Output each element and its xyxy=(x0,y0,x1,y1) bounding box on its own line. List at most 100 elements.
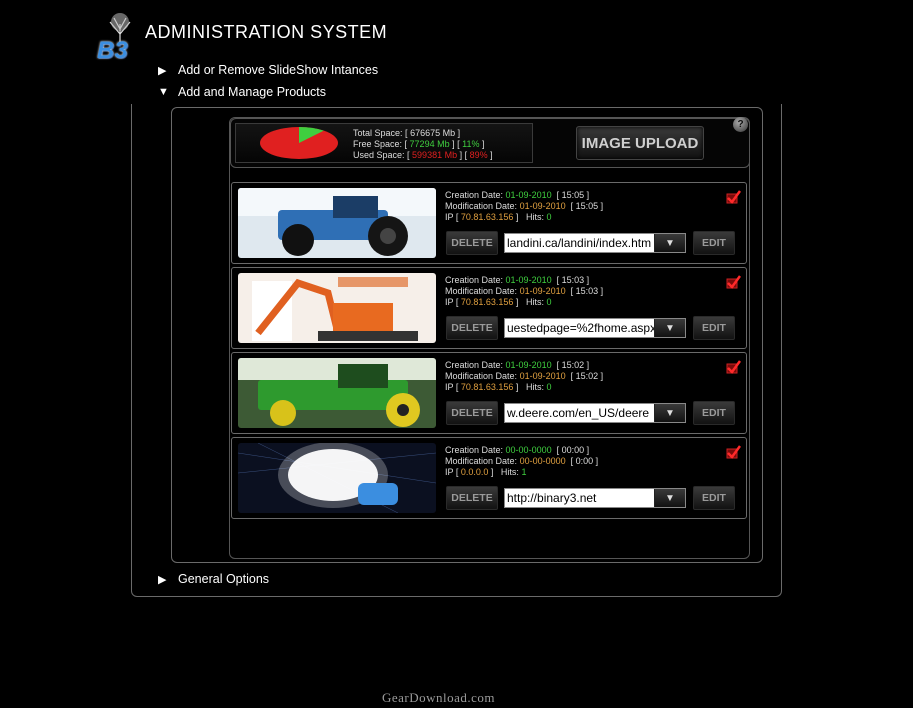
chevron-down-icon[interactable]: ▼ xyxy=(654,489,685,507)
hits-value: 0 xyxy=(546,382,552,392)
app-title: ADMINISTRATION SYSTEM xyxy=(145,22,388,42)
active-check-icon[interactable] xyxy=(725,445,741,459)
chevron-down-icon[interactable]: ▼ xyxy=(654,404,685,422)
bracket: ] [ xyxy=(449,139,460,149)
bracket: ] [ xyxy=(457,150,468,160)
creation-time-value: [ 00:00 ] xyxy=(556,445,590,455)
url-value: landini.ca/landini/index.htm xyxy=(507,236,652,250)
creation-date-value: 01-09-2010 xyxy=(505,360,552,370)
space-pie-chart xyxy=(260,127,338,159)
watermark: GearDownload.com xyxy=(382,690,496,705)
modification-row: Modification Date: 01-09-2010 [ 15:02 ] xyxy=(445,371,603,382)
ip-row: IP [ 70.81.63.156 ] Hits: 0 xyxy=(445,382,603,393)
creation-row: Creation Date: 01-09-2010 [ 15:02 ] xyxy=(445,360,603,371)
modification-time-value: [ 15:02 ] xyxy=(570,371,604,381)
creation-date-label: Creation Date: xyxy=(445,275,504,285)
delete-button[interactable]: DELETE xyxy=(446,486,498,510)
total-space-row: Total Space: [ 676675 Mb ] xyxy=(353,128,493,139)
product-thumbnail[interactable] xyxy=(238,188,436,258)
product-meta: Creation Date: 00-00-0000 [ 00:00 ] Modi… xyxy=(445,445,598,478)
product-thumbnail[interactable] xyxy=(238,443,436,513)
expand-arrow-icon: ▶ xyxy=(158,64,167,77)
delete-button[interactable]: DELETE xyxy=(446,401,498,425)
active-check-icon[interactable] xyxy=(725,275,741,289)
modification-date-label: Modification Date: xyxy=(445,286,518,296)
creation-row: Creation Date: 00-00-0000 [ 00:00 ] xyxy=(445,445,598,456)
delete-button[interactable]: DELETE xyxy=(446,231,498,255)
nav-label: Add or Remove SlideShow Intances xyxy=(178,63,379,77)
creation-date-label: Creation Date: xyxy=(445,445,504,455)
url-select[interactable]: uestedpage=%2fhome.aspx ▼ xyxy=(504,318,686,338)
creation-time-value: [ 15:03 ] xyxy=(556,275,590,285)
product-meta: Creation Date: 01-09-2010 [ 15:03 ] Modi… xyxy=(445,275,603,308)
ip-row: IP [ 70.81.63.156 ] Hits: 0 xyxy=(445,212,603,223)
url-select[interactable]: w.deere.com/en_US/deere ▼ xyxy=(504,403,686,423)
space-usage-box: Total Space: [ 676675 Mb ] Free Space: [… xyxy=(230,118,750,168)
tractor-blue-icon xyxy=(238,188,436,258)
nav-manage-products[interactable]: ▼ Add and Manage Products xyxy=(158,85,326,99)
url-value: w.deere.com/en_US/deere xyxy=(507,406,650,420)
edit-button[interactable]: EDIT xyxy=(693,231,735,255)
used-space-label: Used Space: [ xyxy=(353,150,410,160)
space-usage-panel: Total Space: [ 676675 Mb ] Free Space: [… xyxy=(235,123,533,163)
nav-label: Add and Manage Products xyxy=(178,85,327,99)
hits-label: Hits: xyxy=(525,297,544,307)
image-upload-button[interactable]: IMAGE UPLOAD xyxy=(576,126,704,160)
url-value: uestedpage=%2fhome.aspx xyxy=(507,321,655,335)
creation-date-label: Creation Date: xyxy=(445,360,504,370)
creation-time-value: [ 15:05 ] xyxy=(556,190,590,200)
product-card: Creation Date: 01-09-2010 [ 15:05 ] Modi… xyxy=(231,182,747,264)
edit-button[interactable]: EDIT xyxy=(693,486,735,510)
used-space-value: 599381 Mb xyxy=(412,150,458,160)
creation-time-value: [ 15:02 ] xyxy=(556,360,590,370)
creation-row: Creation Date: 01-09-2010 [ 15:05 ] xyxy=(445,190,603,201)
edit-button[interactable]: EDIT xyxy=(693,316,735,340)
creation-date-value: 01-09-2010 xyxy=(505,275,552,285)
modification-date-label: Modification Date: xyxy=(445,201,518,211)
bracket: ] xyxy=(513,297,519,307)
creation-date-value: 00-00-0000 xyxy=(505,445,552,455)
nav-general-options[interactable]: ▶ General Options xyxy=(158,572,269,586)
modification-row: Modification Date: 00-00-0000 [ 0:00 ] xyxy=(445,456,598,467)
modification-date-value: 01-09-2010 xyxy=(519,286,566,296)
hits-label: Hits: xyxy=(500,467,519,477)
free-space-value: 77294 Mb xyxy=(409,139,450,149)
free-space-percent: 11% xyxy=(462,139,480,149)
free-space-label: Free Space: [ xyxy=(353,139,408,149)
active-check-icon[interactable] xyxy=(725,360,741,374)
modification-date-label: Modification Date: xyxy=(445,371,518,381)
b3-logo: B3 xyxy=(96,12,148,66)
ip-value: 70.81.63.156 xyxy=(460,382,514,392)
product-card: Creation Date: 01-09-2010 [ 15:02 ] Modi… xyxy=(231,352,747,434)
chevron-down-icon[interactable]: ▼ xyxy=(654,319,685,337)
free-space-row: Free Space: [ 77294 Mb ] [ 11% ] xyxy=(353,139,493,150)
tractor-green-icon xyxy=(238,358,436,428)
help-icon[interactable]: ? xyxy=(733,117,748,132)
excavator-orange-icon xyxy=(238,273,436,343)
chevron-down-icon[interactable]: ▼ xyxy=(654,234,685,252)
bracket: ] xyxy=(455,128,461,138)
edit-button[interactable]: EDIT xyxy=(693,401,735,425)
creation-date-label: Creation Date: xyxy=(445,190,504,200)
bracket: ] xyxy=(488,467,494,477)
product-thumbnail[interactable] xyxy=(238,358,436,428)
used-space-row: Used Space: [ 599381 Mb ] [ 89% ] xyxy=(353,150,493,161)
expand-arrow-icon: ▶ xyxy=(158,573,167,586)
delete-button[interactable]: DELETE xyxy=(446,316,498,340)
url-select[interactable]: landini.ca/landini/index.htm ▼ xyxy=(504,233,686,253)
total-space-value: 676675 Mb xyxy=(410,128,456,138)
modification-date-value: 01-09-2010 xyxy=(519,201,566,211)
bracket: ] xyxy=(479,139,485,149)
active-check-icon[interactable] xyxy=(725,190,741,204)
url-select[interactable]: http://binary3.net ▼ xyxy=(504,488,686,508)
modification-time-value: [ 15:03 ] xyxy=(570,286,604,296)
used-space-percent: 89% xyxy=(469,150,488,160)
ip-label: IP [ xyxy=(445,212,459,222)
product-thumbnail[interactable] xyxy=(238,273,436,343)
product-card: Creation Date: 00-00-0000 [ 00:00 ] Modi… xyxy=(231,437,747,519)
product-meta: Creation Date: 01-09-2010 [ 15:02 ] Modi… xyxy=(445,360,603,393)
modification-time-value: [ 15:05 ] xyxy=(570,201,604,211)
modification-time-value: [ 0:00 ] xyxy=(570,456,599,466)
ip-value: 70.81.63.156 xyxy=(460,212,514,222)
nav-slideshow-instances[interactable]: ▶ Add or Remove SlideShow Intances xyxy=(158,63,378,77)
